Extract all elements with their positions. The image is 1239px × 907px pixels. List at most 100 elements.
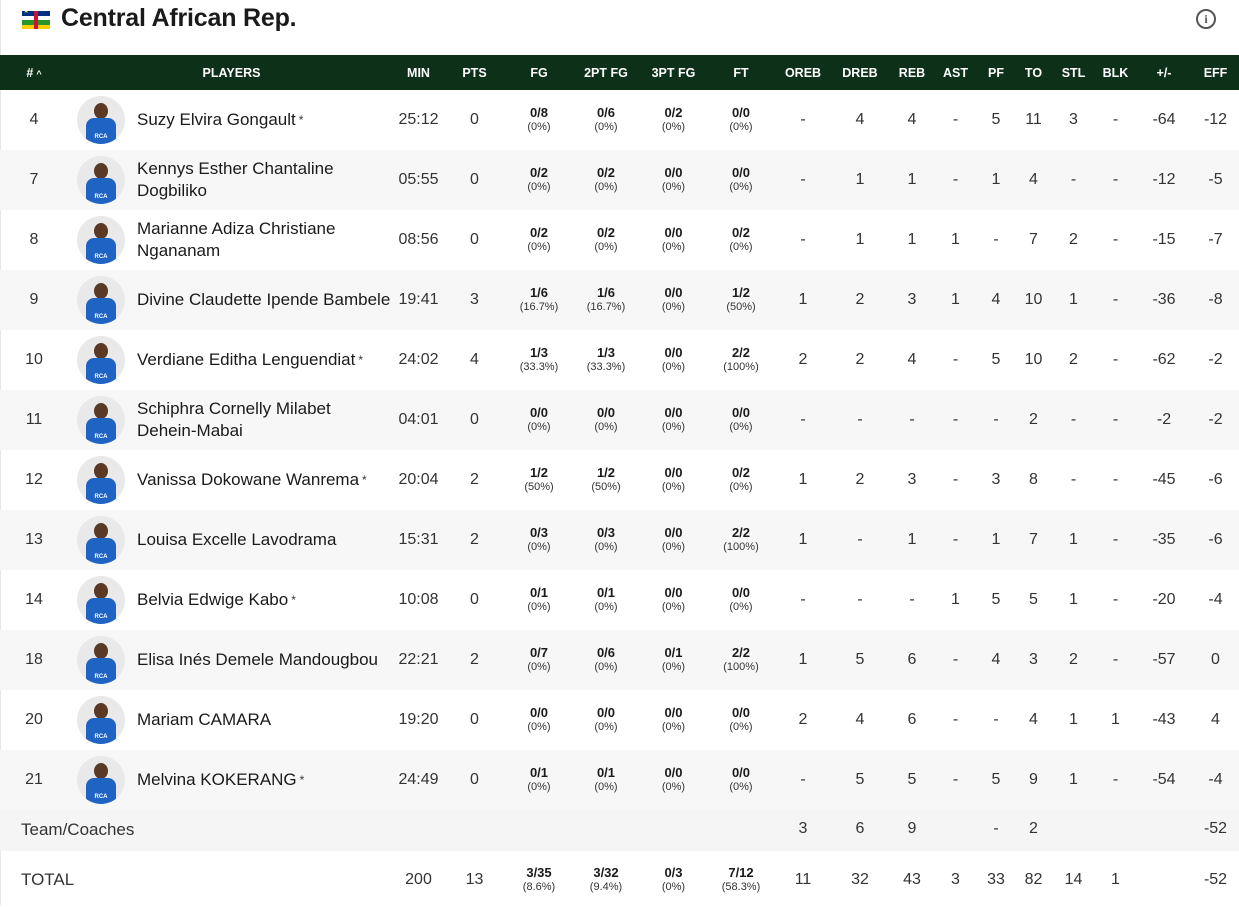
col-header-number[interactable]: # ^ (0, 55, 68, 90)
table-row[interactable]: 12 RCA Vanissa Dokowane Wanrema * 20:04 2 1/2(… (0, 450, 1239, 510)
player-name-link[interactable]: Suzy Elvira Gongault * (137, 109, 392, 131)
box-score-page: ★ Central African Rep. i # ^ PLAYERS MIN PTS… (0, 0, 1239, 905)
col-header-ft[interactable]: FT (706, 55, 776, 90)
table-row[interactable]: 20 RCA Mariam CAMARA 19:20 0 0/0 (0%) 0/0 (0%) 0/… (0, 690, 1239, 750)
table-row[interactable]: 18 RCA Elisa Inés Demele Mandougbou 22:21 2 0… (0, 630, 1239, 690)
table-row[interactable]: 21 RCA Melvina KOKERANG * 24:49 0 0/1 (0%) 0/1 (0… (0, 750, 1239, 810)
player-headshot-icon[interactable]: RCA (77, 276, 125, 324)
player-cell[interactable]: RCA Divine Claudette Ipende Bambele (68, 270, 395, 330)
player-headshot-icon[interactable]: RCA (77, 756, 125, 804)
shot-percentage: (0%) (661, 421, 686, 433)
col-header-ast[interactable]: AST (934, 55, 977, 90)
player-name-link[interactable]: Divine Claudette Ipende Bambele (137, 289, 392, 311)
field-goals: 0/0 (0%) (507, 390, 571, 450)
player-name-link[interactable]: Melvina KOKERANG * (137, 769, 392, 791)
player-cell[interactable]: RCA Suzy Elvira Gongault * (68, 90, 395, 150)
col-header-plus-minus[interactable]: +/- (1136, 55, 1192, 90)
player-cell[interactable]: RCA Louisa Excelle Lavodrama (68, 510, 395, 570)
table-row[interactable]: 8 RCA Marianne Adiza Christiane Ngananam 08… (0, 210, 1239, 270)
col-header-eff[interactable]: EFF (1192, 55, 1239, 90)
player-name-link[interactable]: Mariam CAMARA (137, 709, 392, 731)
col-header-pf[interactable]: PF (977, 55, 1015, 90)
table-row[interactable]: 7 RCA Kennys Esther Chantaline Dogbiliko 05… (0, 150, 1239, 210)
player-cell[interactable]: RCA Verdiane Editha Lenguendiat * (68, 330, 395, 390)
table-row[interactable]: 4 RCA Suzy Elvira Gongault * 25:12 0 0/8 (0%) 0/… (0, 90, 1239, 150)
steals: 1 (1069, 711, 1078, 728)
player-name-link[interactable]: Belvia Edwige Kabo * (137, 589, 392, 611)
player-headshot-icon[interactable]: RCA (77, 216, 125, 264)
col-header-min[interactable]: MIN (395, 55, 442, 90)
col-header-pts[interactable]: PTS (442, 55, 507, 90)
minutes: 22:21 (398, 651, 439, 668)
player-headshot-icon[interactable]: RCA (77, 576, 125, 624)
player-cell[interactable]: RCA Melvina KOKERANG * (68, 750, 395, 810)
free-throws: 2/2 (100%) (706, 510, 776, 570)
col-header-blk[interactable]: BLK (1095, 55, 1136, 90)
table-row[interactable]: 10 RCA Verdiane Editha Lenguendiat * 24:02 4 1… (0, 330, 1239, 390)
personal-fouls: 4 (991, 291, 1001, 308)
efficiency: -2 (1208, 411, 1223, 428)
col-header-fg[interactable]: FG (507, 55, 571, 90)
shots-made-attempted: 0/0 (731, 705, 751, 720)
two-point-fg-value: 0/3 (0%) (571, 526, 641, 554)
player-name-link[interactable]: Schiphra Cornelly Milabet Dehein-Mabai (137, 398, 392, 442)
player-name-link[interactable]: Elisa Inés Demele Mandougbou (137, 649, 392, 671)
player-cell[interactable]: RCA Marianne Adiza Christiane Ngananam (68, 210, 395, 270)
player-cell[interactable]: RCA Elisa Inés Demele Mandougbou (68, 630, 395, 690)
table-row[interactable]: 14 RCA Belvia Edwige Kabo * 10:08 0 0/1 (0%) 0/1… (0, 570, 1239, 630)
points: 13 (465, 871, 484, 888)
player-headshot-icon[interactable]: RCA (77, 636, 125, 684)
shot-percentage: (9.4%) (589, 881, 623, 893)
field-goals-value: 0/1 (0%) (507, 586, 571, 614)
field-goals-value: 0/7 (0%) (507, 646, 571, 674)
col-header-dreb[interactable]: DREB (830, 55, 890, 90)
player-name-link[interactable]: Kennys Esther Chantaline Dogbiliko (137, 158, 392, 202)
plus-minus: -12 (1152, 171, 1176, 188)
player-cell[interactable]: RCA Mariam CAMARA (68, 690, 395, 750)
col-header-players[interactable]: PLAYERS (68, 55, 395, 90)
player-headshot-icon[interactable]: RCA (77, 156, 125, 204)
points: 3 (470, 291, 479, 308)
col-header-reb[interactable]: REB (890, 55, 934, 90)
col-header-to[interactable]: TO (1015, 55, 1052, 90)
player-cell[interactable]: RCA Kennys Esther Chantaline Dogbiliko (68, 150, 395, 210)
turnovers: 7 (1029, 231, 1038, 248)
two-point-fg: 1/2 (50%) (571, 450, 641, 510)
efficiency: -2 (1208, 351, 1223, 368)
jersey-number: 10 (25, 351, 43, 368)
col-header-2pt-fg[interactable]: 2PT FG (571, 55, 641, 90)
player-name-link[interactable]: Verdiane Editha Lenguendiat * (137, 349, 392, 371)
player-headshot-icon[interactable]: RCA (77, 516, 125, 564)
shot-percentage: (0%) (729, 421, 753, 433)
sort-indicator-icon: ^ (36, 68, 42, 79)
player-headshot-icon[interactable]: RCA (77, 396, 125, 444)
player-cell[interactable]: RCA Belvia Edwige Kabo * (68, 570, 395, 630)
points: 0 (470, 231, 479, 248)
shot-percentage: (0%) (594, 181, 618, 193)
efficiency: -6 (1208, 471, 1223, 488)
player-headshot-icon[interactable]: RCA (77, 336, 125, 384)
shots-made-attempted: 0/3 (596, 525, 616, 540)
player-cell[interactable]: RCA Vanissa Dokowane Wanrema * (68, 450, 395, 510)
table-row[interactable]: 13 RCA Louisa Excelle Lavodrama 15:31 2 0/3 (0… (0, 510, 1239, 570)
player-name-link[interactable]: Louisa Excelle Lavodrama (137, 529, 392, 551)
player-name-link[interactable]: Vanissa Dokowane Wanrema * (137, 469, 392, 491)
info-icon[interactable]: i (1196, 9, 1216, 29)
shots-made-attempted: 0/0 (529, 405, 549, 420)
col-header-label: BLK (1102, 65, 1129, 80)
col-header-stl[interactable]: STL (1052, 55, 1095, 90)
two-point-fg: 0/0 (0%) (571, 390, 641, 450)
player-headshot-icon[interactable]: RCA (77, 456, 125, 504)
personal-fouls: 33 (987, 871, 1005, 888)
col-header-oreb[interactable]: OREB (776, 55, 830, 90)
col-header-3pt-fg[interactable]: 3PT FG (641, 55, 706, 90)
table-row[interactable]: 11 RCA Schiphra Cornelly Milabet Dehein-Ma… (0, 390, 1239, 450)
col-header-label: REB (898, 65, 926, 80)
steals: 14 (1064, 871, 1083, 888)
player-name-link[interactable]: Marianne Adiza Christiane Ngananam (137, 218, 392, 262)
player-cell[interactable]: RCA Schiphra Cornelly Milabet Dehein-Maba… (68, 390, 395, 450)
player-headshot-icon[interactable]: RCA (77, 96, 125, 144)
player-headshot-icon[interactable]: RCA (77, 696, 125, 744)
shot-percentage: (58.3%) (721, 881, 761, 893)
table-row[interactable]: 9 RCA Divine Claudette Ipende Bambele 19:41… (0, 270, 1239, 330)
